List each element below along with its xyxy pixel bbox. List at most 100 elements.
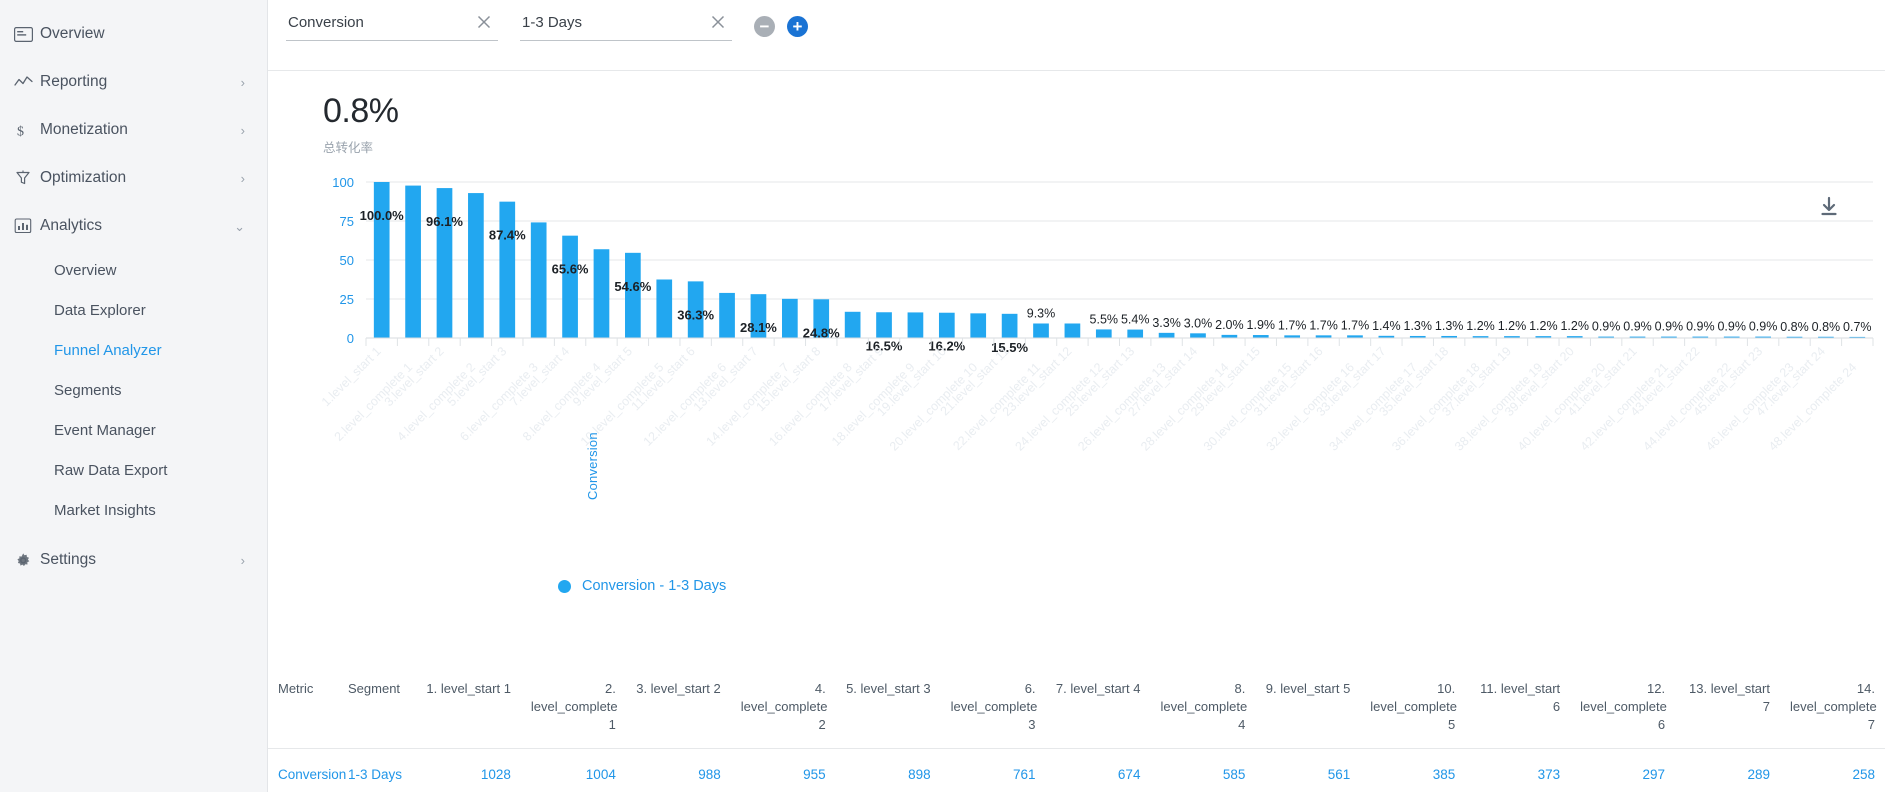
svg-text:0.7%: 0.7% [1843,320,1872,334]
sidebar-subitem-label: Overview [54,261,117,279]
svg-text:5.4%: 5.4% [1121,313,1150,327]
table-header-cell: 10. level_complete 5 [1360,672,1466,749]
metric-clear-icon[interactable] [474,12,494,32]
chart-bar[interactable] [656,279,673,339]
sidebar-subitem-segments[interactable]: Segments [0,370,267,410]
chart-bar[interactable] [625,253,641,339]
chart-bar[interactable] [530,222,547,339]
chart-bar[interactable] [593,249,610,339]
sidebar-subitem-label: Funnel Analyzer [54,341,162,359]
sidebar-subitem-label: Raw Data Export [54,461,168,479]
table-cell-value: 373 [1537,767,1561,782]
chart-bar[interactable] [844,312,861,339]
chart-bar[interactable] [781,299,798,339]
sidebar-item-analytics[interactable]: Analytics ⌄ [0,202,267,250]
sidebar-subitem-market-insights[interactable]: Market Insights [0,490,267,530]
sidebar: Overview Reporting › $ Monetization › Op… [0,0,268,792]
svg-text:0.9%: 0.9% [1717,320,1746,334]
legend-color-dot [558,579,571,593]
svg-text:1.3%: 1.3% [1404,319,1433,333]
chart-bar[interactable] [373,182,390,339]
sidebar-item-overview[interactable]: Overview [0,10,267,58]
table-cell-value: 258 [1852,767,1875,782]
kpi-block: 0.8% 总转化率 [268,92,1885,156]
svg-text:2.0%: 2.0% [1215,318,1244,332]
segment-input[interactable] [520,14,690,31]
table-header-cell: Metric [268,672,338,749]
remove-series-button[interactable]: − [754,16,775,37]
table-cell-metric: Conversion [278,767,347,782]
sidebar-item-label: Overview [40,25,105,42]
metric-input[interactable] [286,14,456,31]
chart-bar[interactable] [938,313,955,339]
chart-panel: 0.8% 总转化率 Conversion 0 25 50 75 100 100.0% 96.… [268,71,1885,594]
table-header-cell: 13. level_start 7 [1675,672,1780,749]
table-header-cell: 5. level_start 3 [835,672,941,749]
sidebar-item-settings[interactable]: Settings › [0,536,267,584]
table-header-cell: 14. level_complete 7 [1779,672,1885,749]
table-header-row: Metric Segment 1. level_start 1 2. level_co… [268,672,1885,749]
svg-text:25: 25 [340,292,354,307]
table-cell-value: 1028 [480,767,511,782]
svg-text:36.3%: 36.3% [677,308,714,323]
sidebar-item-optimization[interactable]: Optimization › [0,154,267,202]
sidebar-item-monetization[interactable]: $ Monetization › [0,106,267,154]
sidebar-item-label: Monetization [40,121,128,138]
chart-bar[interactable] [907,312,924,339]
chart-bar[interactable] [436,188,453,339]
chart-bar[interactable] [970,313,987,339]
table-cell-value: 988 [698,767,721,782]
sidebar-subitem-funnel-analyzer[interactable]: Funnel Analyzer [0,330,267,370]
sidebar-subitem-data-explorer[interactable]: Data Explorer [0,290,267,330]
chart-bar[interactable] [468,193,484,339]
svg-text:0: 0 [347,331,354,346]
svg-text:0.9%: 0.9% [1623,320,1652,334]
svg-text:96.1%: 96.1% [426,214,463,229]
svg-text:3.3%: 3.3% [1152,316,1181,330]
table-cell-segment: 1-3 Days [348,767,403,782]
svg-text:$: $ [17,124,24,139]
table-header-cell: 7. level_start 4 [1045,672,1151,749]
table-cell-value: 297 [1642,767,1666,782]
chart-bar[interactable] [1095,329,1112,339]
svg-text:1.3%: 1.3% [1435,319,1464,333]
svg-text:1.4%: 1.4% [1372,319,1401,333]
segment-clear-icon[interactable] [708,12,728,32]
chart-bar[interactable] [1127,329,1144,339]
table-cell-value: 561 [1327,767,1351,782]
chart-legend[interactable]: Conversion - 1-3 Days [268,578,1885,594]
chart-bar[interactable] [1033,323,1049,339]
svg-text:0.8%: 0.8% [1780,320,1809,334]
add-series-button[interactable]: + [787,16,808,37]
table-header-cell: 12. level_complete 6 [1570,672,1676,749]
chevron-right-icon: › [240,170,245,186]
table-row[interactable]: Conversion 1-3 Days 1028 1004 988 955 898 761 67… [268,749,1885,791]
dollar-icon: $ [14,120,40,140]
chart-bar[interactable] [876,312,892,339]
chevron-right-icon: › [240,74,245,90]
chart-bar[interactable] [1064,323,1081,339]
table-cell-value: 585 [1222,767,1246,782]
chart-bar[interactable] [405,185,421,339]
chevron-down-icon: ⌄ [234,218,245,234]
chart-bar[interactable] [499,202,516,339]
table-cell-value: 385 [1432,767,1456,782]
chart-bar[interactable] [1001,314,1018,339]
svg-text:0.9%: 0.9% [1592,320,1621,334]
gear-icon [14,550,40,570]
sidebar-subitem-event-manager[interactable]: Event Manager [0,410,267,450]
table-cell-value: 674 [1117,767,1141,782]
svg-text:100.0%: 100.0% [360,208,405,223]
table-cell-value: 761 [1013,767,1036,782]
chart-bar[interactable] [1190,333,1206,339]
sidebar-subitem-label: Market Insights [54,501,156,519]
chart-bar[interactable] [562,236,578,339]
app-root: Overview Reporting › $ Monetization › Op… [0,0,1885,792]
sidebar-subitem-overview[interactable]: Overview [0,250,267,290]
sidebar-item-reporting[interactable]: Reporting › [0,58,267,106]
sidebar-item-label: Analytics [40,217,103,234]
table-header-cell: 3. level_start 2 [625,672,731,749]
chart-bar[interactable] [1158,333,1175,339]
sidebar-subitem-raw-data-export[interactable]: Raw Data Export [0,450,267,490]
chart-bar[interactable] [719,293,735,339]
